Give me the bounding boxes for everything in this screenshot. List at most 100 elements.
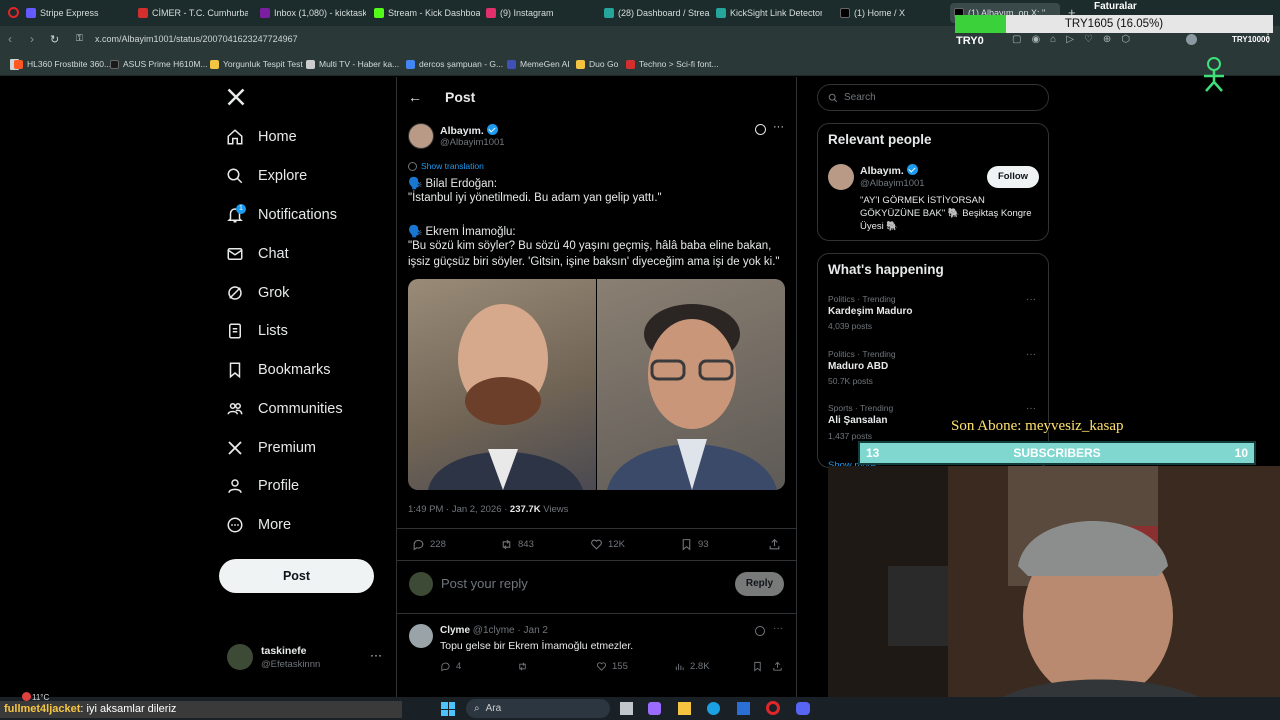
taskbar-app-icon[interactable] xyxy=(737,702,750,715)
browser-tab[interactable]: Stripe Express xyxy=(26,3,136,23)
reply-author-avatar[interactable] xyxy=(409,624,433,648)
nav-chat[interactable]: Chat xyxy=(226,242,289,266)
post-text-line: 🗣️ Bilal Erdoğan: xyxy=(408,178,498,190)
search-input[interactable]: Search xyxy=(817,84,1049,111)
bookmark-item[interactable]: ASUS Prime H610M... xyxy=(110,59,208,69)
trend-name[interactable]: Ali Şansalan xyxy=(828,415,887,426)
nav-communities[interactable]: Communities xyxy=(226,397,343,421)
bookmark-item[interactable]: Yorgunluk Tespit Test xyxy=(210,59,303,69)
trend-name[interactable]: Kardeşim Maduro xyxy=(828,306,912,317)
extension-icons[interactable]: ▢◉⌂▷♡⊕⬡ xyxy=(1012,34,1140,45)
taskbar-search[interactable]: ⌕ Ara xyxy=(466,699,610,718)
opera-icon[interactable] xyxy=(766,701,780,715)
show-translation-link[interactable]: Show translation xyxy=(408,161,484,171)
account-menu-icon[interactable]: ··· xyxy=(370,648,382,662)
nav-home[interactable]: Home xyxy=(226,125,297,149)
reply-action[interactable]: 228 xyxy=(412,538,446,551)
discord-icon[interactable] xyxy=(796,702,810,715)
folder-icon xyxy=(576,59,585,69)
url-field[interactable]: x.com/Albayim1001/status/200704162324772… xyxy=(95,34,298,44)
post-image-left[interactable] xyxy=(408,279,596,490)
nav-bookmarks[interactable]: Bookmarks xyxy=(226,358,331,382)
browser-tab[interactable]: (28) Dashboard / Streamla xyxy=(604,3,710,23)
post-timestamp[interactable]: 1:49 PM · Jan 2, 2026 · 237.7K Views xyxy=(408,504,568,515)
cimer-icon xyxy=(138,8,148,18)
bookmark-action[interactable]: 93 xyxy=(680,538,709,551)
reply-input[interactable]: Post your reply xyxy=(441,576,528,591)
author-handle[interactable]: @Albayim1001 xyxy=(440,137,505,148)
profile-avatar-icon[interactable] xyxy=(1186,34,1197,45)
nav-profile[interactable]: Profile xyxy=(226,474,299,498)
taskbar-app-icon[interactable] xyxy=(648,702,661,715)
reply-more-icon[interactable]: ··· xyxy=(773,623,783,634)
reply-reply-action[interactable]: 4 xyxy=(440,661,461,672)
profile-icon xyxy=(228,479,242,493)
post-image-right[interactable] xyxy=(597,279,785,490)
back-arrow-icon[interactable]: ← xyxy=(408,89,422,105)
account-avatar[interactable] xyxy=(227,644,253,670)
compose-post-button[interactable]: Post xyxy=(219,559,374,593)
browser-tab[interactable]: (1) Home / X xyxy=(840,3,940,23)
person-name-row[interactable]: Albayım. xyxy=(860,164,918,177)
back-icon[interactable]: ‹ xyxy=(8,32,12,46)
reply-views-action[interactable]: 2.8K xyxy=(674,661,710,672)
reply-button[interactable]: Reply xyxy=(735,572,784,596)
person-handle[interactable]: @Albayim1001 xyxy=(860,178,925,189)
trend-more-icon[interactable]: ··· xyxy=(1026,294,1036,305)
author-name[interactable]: Albayım. xyxy=(440,125,484,137)
column-divider xyxy=(396,77,397,697)
bookmark-item[interactable]: HL360 Frostbite 360... xyxy=(14,59,111,69)
like-action[interactable]: 12K xyxy=(590,538,625,551)
opera-logo-icon[interactable] xyxy=(8,7,19,18)
faturalar-label: Faturalar xyxy=(1094,1,1137,12)
follow-button[interactable]: Follow xyxy=(987,166,1039,188)
chat-overlay-line: fullmet4ljacket: iyi aksamlar dileriz xyxy=(0,701,402,718)
author-avatar[interactable] xyxy=(408,123,434,149)
reply-author-row[interactable]: Clyme @1clyme · Jan 2 xyxy=(440,625,548,636)
browser-tab[interactable]: Stream - Kick Dashboard xyxy=(374,3,480,23)
nav-lists[interactable]: Lists xyxy=(226,319,288,343)
bookmark-item[interactable]: Techno > Sci-fi font... xyxy=(626,59,719,69)
kicksight-icon xyxy=(716,8,726,18)
reply-bookmark-action[interactable] xyxy=(752,661,763,672)
trend-posts: 4,039 posts xyxy=(828,321,872,331)
nav-explore[interactable]: Explore xyxy=(226,164,307,188)
streamer-camera-image xyxy=(828,466,1280,720)
subscriber-goal-bar: 13 SUBSCRIBERS 10 xyxy=(858,441,1256,465)
taskbar-app-icon[interactable] xyxy=(620,702,633,715)
reply-grok-icon[interactable] xyxy=(755,626,765,636)
bookmark-item[interactable]: Multi TV - Haber ka... xyxy=(306,59,399,69)
browser-tab[interactable]: (9) Instagram xyxy=(486,3,592,23)
post-text-line: 🗣️ Ekrem İmamoğlu: xyxy=(408,226,516,238)
grok-explain-icon[interactable] xyxy=(755,124,766,135)
repost-action[interactable]: 843 xyxy=(500,538,534,551)
edge-icon[interactable] xyxy=(707,702,720,715)
bookmark-item[interactable]: MemeGen AI xyxy=(507,59,570,69)
nav-premium[interactable]: Premium xyxy=(226,436,316,460)
browser-tab[interactable]: Inbox (1,080) - kicktaskine xyxy=(260,3,366,23)
post-more-icon[interactable]: ··· xyxy=(773,121,784,133)
x-logo-icon[interactable] xyxy=(226,87,246,112)
nav-more[interactable]: More xyxy=(226,513,291,537)
reply-repost-action[interactable] xyxy=(517,661,528,672)
trend-more-icon[interactable]: ··· xyxy=(1026,349,1036,360)
person-avatar[interactable] xyxy=(828,164,854,190)
trend-name[interactable]: Maduro ABD xyxy=(828,361,888,372)
trend-more-icon[interactable]: ··· xyxy=(1026,403,1036,414)
forward-icon[interactable]: › xyxy=(30,32,34,46)
nav-grok[interactable]: Grok xyxy=(226,281,289,305)
reply-share-action[interactable] xyxy=(772,661,783,672)
share-action[interactable] xyxy=(768,538,781,551)
verified-badge-icon xyxy=(486,124,498,135)
kick-mascot-icon xyxy=(1200,56,1228,92)
windows-start-icon[interactable] xyxy=(441,702,455,716)
browser-tab[interactable]: CİMER - T.C. Cumhurbaşk xyxy=(138,3,248,23)
reload-icon[interactable]: ↻ xyxy=(50,33,59,46)
bookmark-item[interactable]: dercos şampuan - G... xyxy=(406,59,503,69)
bookmark-item[interactable]: Duo Go xyxy=(576,59,618,69)
author-name-row[interactable]: Albayım. xyxy=(440,124,498,137)
browser-tab[interactable]: KickSight Link Detector xyxy=(716,3,822,23)
reply-like-action[interactable]: 155 xyxy=(596,661,628,672)
site-info-icon[interactable]: ⚿ xyxy=(76,33,83,44)
taskbar-app-icon[interactable] xyxy=(678,702,691,715)
